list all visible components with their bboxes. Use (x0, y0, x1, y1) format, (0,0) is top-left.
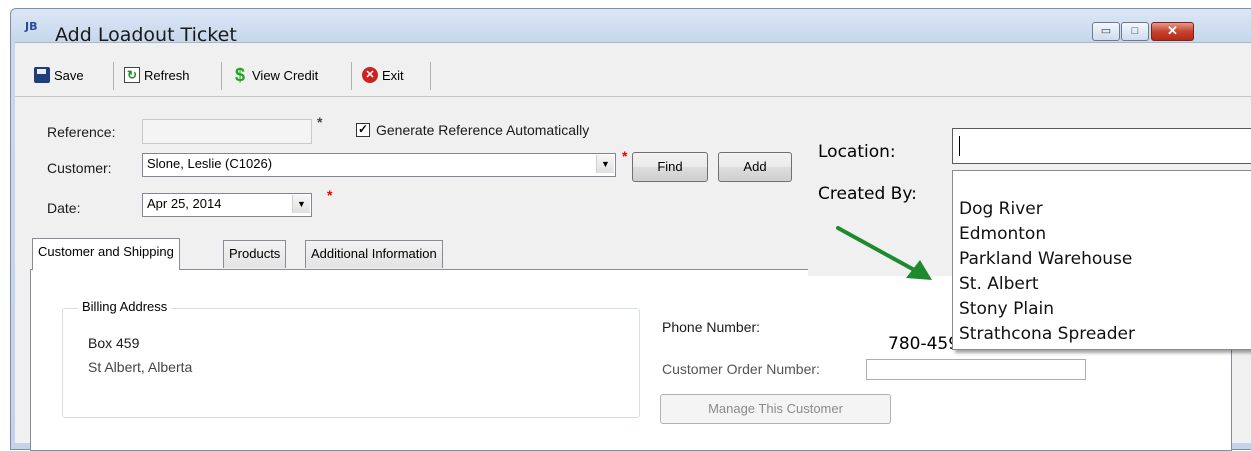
reference-label: Reference: (47, 124, 116, 140)
location-option[interactable]: Edmonton (959, 224, 1046, 244)
location-label: Location: (818, 142, 896, 162)
customer-combo[interactable]: Slone, Leslie (C1026) ▼ (142, 153, 616, 177)
find-button[interactable]: Find (632, 152, 708, 182)
generate-reference-checkbox[interactable]: ✓ (356, 123, 370, 137)
exit-label: Exit (382, 67, 404, 83)
toolbar-separator (221, 62, 222, 90)
view-credit-label: View Credit (252, 67, 319, 83)
maximize-icon: □ (1131, 25, 1139, 37)
save-button[interactable]: Save (34, 64, 84, 86)
location-option[interactable]: Stony Plain (959, 299, 1054, 319)
dollar-icon: $ (234, 65, 245, 85)
exit-button[interactable]: ✕ Exit (362, 64, 404, 86)
customer-value: Slone, Leslie (C1026) (147, 156, 273, 171)
add-button[interactable]: Add (718, 152, 792, 182)
location-dropdown-list[interactable]: Dog River Edmonton Parkland Warehouse St… (952, 170, 1251, 350)
minimize-icon: ▭ (1100, 25, 1112, 37)
text-caret (959, 136, 960, 156)
required-marker: * (327, 187, 333, 203)
view-credit-button[interactable]: $ View Credit (232, 64, 318, 86)
save-label: Save (54, 67, 84, 83)
tab-products[interactable]: Products (223, 240, 287, 268)
tab-customer-shipping[interactable]: Customer and Shipping (32, 238, 180, 270)
close-button[interactable]: ✕ (1151, 22, 1194, 41)
manage-customer-button[interactable]: Manage This Customer (660, 394, 891, 424)
billing-address-line2: St Albert, Alberta (88, 359, 193, 375)
location-option[interactable]: Strathcona Spreader (959, 324, 1135, 344)
minimize-button[interactable]: ▭ (1092, 22, 1120, 41)
app-icon: JB (25, 20, 38, 33)
reference-input[interactable] (142, 119, 312, 144)
customer-order-number-label: Customer Order Number: (662, 361, 820, 377)
required-marker: * (317, 114, 323, 130)
chevron-down-icon[interactable]: ▼ (292, 195, 310, 213)
toolbar-separator (351, 62, 352, 90)
customer-label: Customer: (47, 160, 112, 176)
location-input[interactable] (952, 128, 1251, 164)
location-option[interactable]: St. Albert (959, 274, 1039, 294)
chevron-down-icon[interactable]: ▼ (596, 155, 614, 173)
toolbar-divider (15, 96, 1251, 97)
location-option[interactable]: Parkland Warehouse (959, 249, 1132, 269)
customer-order-number-input[interactable] (866, 359, 1086, 380)
close-icon: ✕ (1167, 23, 1178, 38)
refresh-icon: ↻ (124, 67, 140, 83)
toolbar-separator (113, 62, 114, 90)
title-bar[interactable]: JB Add Loadout Ticket ▭ □ ✕ (11, 9, 1251, 46)
exit-icon: ✕ (362, 67, 378, 83)
annotation-arrow-icon (836, 226, 932, 280)
refresh-label: Refresh (144, 67, 190, 83)
required-marker: * (622, 148, 628, 164)
billing-address-line1: Box 459 (88, 335, 140, 351)
date-picker[interactable]: Apr 25, 2014 ▼ (142, 193, 312, 217)
location-option[interactable]: Dog River (959, 199, 1043, 219)
toolbar-separator (430, 62, 431, 90)
generate-reference-label: Generate Reference Automatically (376, 122, 590, 138)
date-value: Apr 25, 2014 (147, 196, 222, 211)
phone-number-label: Phone Number: (662, 319, 761, 335)
billing-address-title: Billing Address (78, 299, 172, 314)
refresh-button[interactable]: ↻ Refresh (124, 64, 190, 86)
floppy-disk-icon (34, 67, 50, 83)
date-label: Date: (47, 200, 81, 216)
maximize-button[interactable]: □ (1121, 22, 1149, 41)
tab-additional-information[interactable]: Additional Information (305, 240, 443, 268)
created-by-label: Created By: (818, 184, 917, 204)
